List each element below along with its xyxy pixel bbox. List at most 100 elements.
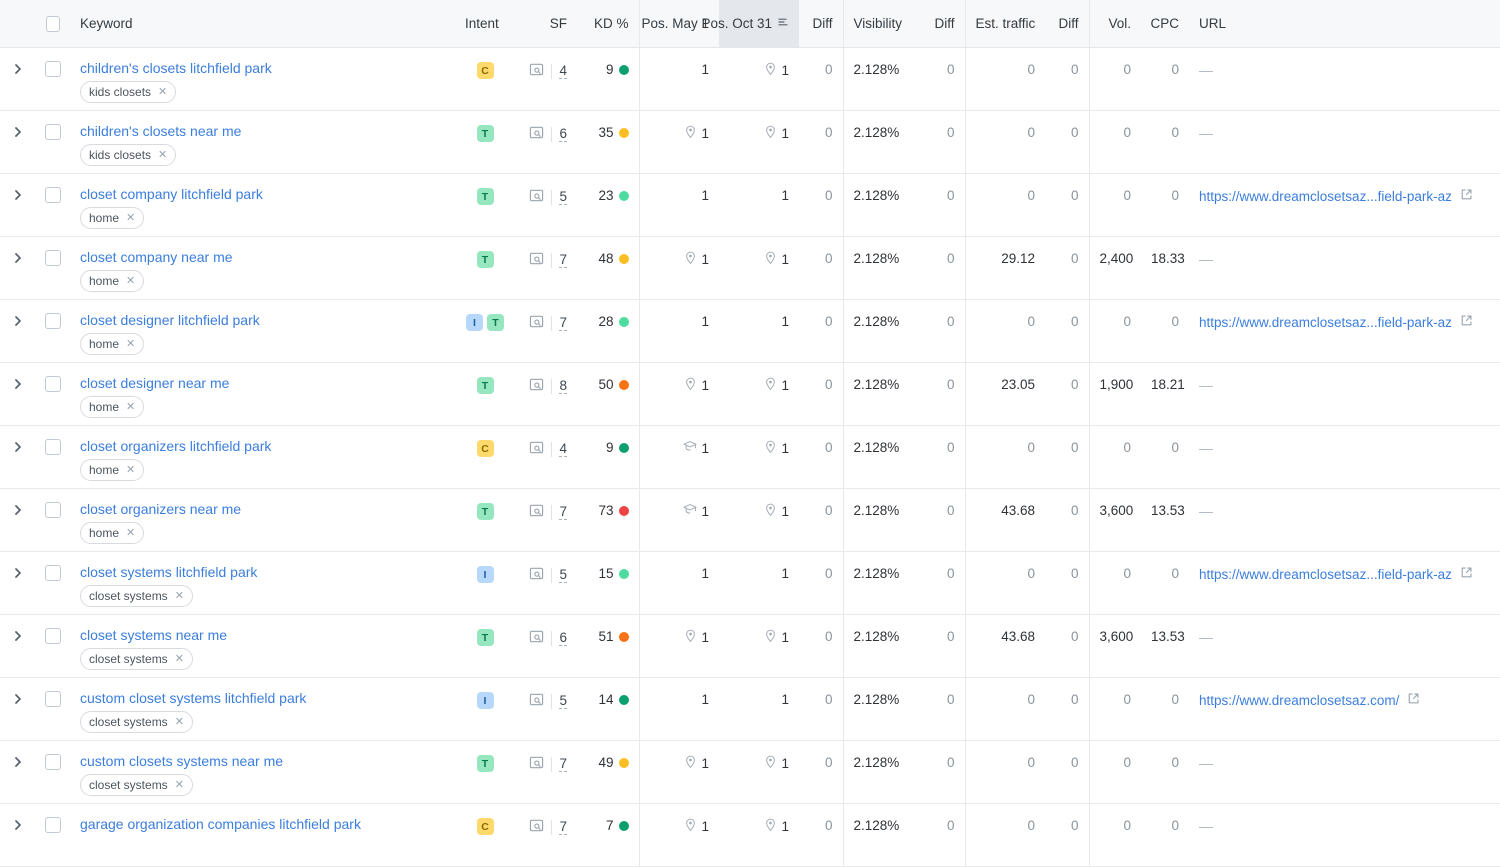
- chevron-right-icon[interactable]: [0, 552, 36, 580]
- row-checkbox[interactable]: [45, 502, 61, 518]
- expand-cell[interactable]: [0, 173, 36, 237]
- row-select-cell[interactable]: [36, 488, 70, 552]
- expand-cell[interactable]: [0, 47, 36, 111]
- sf-count[interactable]: 5: [559, 189, 567, 205]
- remove-tag-icon[interactable]: ✕: [126, 464, 135, 476]
- external-link-icon[interactable]: [1460, 314, 1473, 330]
- row-checkbox[interactable]: [45, 313, 61, 329]
- chevron-right-icon[interactable]: [0, 615, 36, 643]
- serp-features-icon[interactable]: [529, 755, 544, 773]
- row-checkbox[interactable]: [45, 439, 61, 455]
- intent-badge-i[interactable]: I: [466, 314, 483, 331]
- external-link-icon[interactable]: [1460, 566, 1473, 582]
- keyword-link[interactable]: children's closets litchfield park: [80, 48, 272, 77]
- intent-badge-t[interactable]: T: [476, 251, 494, 268]
- select-all-checkbox[interactable]: [46, 15, 60, 32]
- remove-tag-icon[interactable]: ✕: [158, 86, 167, 98]
- row-checkbox[interactable]: [45, 250, 61, 266]
- keyword-link[interactable]: children's closets near me: [80, 111, 241, 140]
- serp-features-icon[interactable]: [529, 692, 544, 710]
- column-header-diff-pos[interactable]: Diff: [799, 0, 843, 48]
- column-header-diff-vis[interactable]: Diff: [921, 0, 965, 48]
- sf-count[interactable]: 6: [559, 630, 567, 646]
- serp-features-icon[interactable]: [529, 629, 544, 647]
- keyword-link[interactable]: closet designer litchfield park: [80, 300, 260, 329]
- row-select-cell[interactable]: [36, 299, 70, 363]
- chevron-right-icon[interactable]: [0, 111, 36, 139]
- column-header-traffic[interactable]: Est. traffic: [964, 0, 1045, 48]
- expand-cell[interactable]: [0, 299, 36, 363]
- keyword-link[interactable]: closet systems near me: [80, 615, 227, 644]
- ranking-url-link[interactable]: https://www.dreamclosetsaz.com/: [1199, 693, 1399, 708]
- keyword-link[interactable]: garage organization companies litchfield…: [80, 804, 361, 833]
- remove-tag-icon[interactable]: ✕: [126, 527, 135, 539]
- chevron-right-icon[interactable]: [0, 741, 36, 769]
- keyword-link[interactable]: custom closet systems litchfield park: [80, 678, 306, 707]
- expand-cell[interactable]: [0, 740, 36, 804]
- row-select-cell[interactable]: [36, 47, 70, 111]
- row-checkbox[interactable]: [45, 124, 61, 140]
- intent-badge-c[interactable]: C: [476, 62, 494, 79]
- row-select-cell[interactable]: [36, 425, 70, 489]
- chevron-right-icon[interactable]: [0, 48, 36, 76]
- chevron-right-icon[interactable]: [0, 174, 36, 202]
- keyword-link[interactable]: closet systems litchfield park: [80, 552, 257, 581]
- expand-cell[interactable]: [0, 803, 36, 867]
- column-header-intent[interactable]: Intent: [455, 0, 515, 48]
- intent-badge-i[interactable]: I: [476, 692, 494, 709]
- remove-tag-icon[interactable]: ✕: [158, 149, 167, 161]
- chevron-right-icon[interactable]: [0, 426, 36, 454]
- row-select-cell[interactable]: [36, 110, 70, 174]
- sf-count[interactable]: 8: [559, 378, 567, 394]
- sort-icon[interactable]: [777, 16, 789, 31]
- sf-count[interactable]: 7: [559, 504, 567, 520]
- remove-tag-icon[interactable]: ✕: [175, 590, 184, 602]
- chevron-right-icon[interactable]: [0, 489, 36, 517]
- column-header-keyword[interactable]: Keyword: [70, 0, 455, 48]
- keyword-link[interactable]: closet company near me: [80, 237, 233, 266]
- sf-count[interactable]: 7: [559, 252, 567, 268]
- row-select-cell[interactable]: [36, 677, 70, 741]
- serp-features-icon[interactable]: [529, 314, 544, 332]
- keyword-link[interactable]: closet organizers near me: [80, 489, 241, 518]
- sf-count[interactable]: 4: [559, 441, 567, 457]
- row-checkbox[interactable]: [45, 628, 61, 644]
- column-header-kd[interactable]: KD %: [577, 0, 639, 48]
- expand-cell[interactable]: [0, 236, 36, 300]
- column-header-diff-traffic[interactable]: Diff: [1045, 0, 1089, 48]
- column-header-sf[interactable]: SF: [515, 0, 577, 48]
- row-select-cell[interactable]: [36, 740, 70, 804]
- chevron-right-icon[interactable]: [0, 363, 36, 391]
- row-select-cell[interactable]: [36, 803, 70, 867]
- remove-tag-icon[interactable]: ✕: [175, 779, 184, 791]
- sf-count[interactable]: 6: [559, 126, 567, 142]
- external-link-icon[interactable]: [1460, 188, 1473, 204]
- ranking-url-link[interactable]: https://www.dreamclosetsaz...field-park-…: [1199, 315, 1452, 330]
- column-header-pos-oct[interactable]: Pos. Oct 31: [701, 0, 799, 48]
- sf-count[interactable]: 7: [559, 756, 567, 772]
- serp-features-icon[interactable]: [529, 377, 544, 395]
- serp-features-icon[interactable]: [529, 251, 544, 269]
- serp-features-icon[interactable]: [529, 503, 544, 521]
- chevron-right-icon[interactable]: [0, 678, 36, 706]
- row-checkbox[interactable]: [45, 817, 61, 833]
- row-checkbox[interactable]: [45, 754, 61, 770]
- remove-tag-icon[interactable]: ✕: [175, 653, 184, 665]
- expand-cell[interactable]: [0, 614, 36, 678]
- serp-features-icon[interactable]: [529, 188, 544, 206]
- intent-badge-t[interactable]: T: [476, 188, 494, 205]
- intent-badge-t[interactable]: T: [476, 629, 494, 646]
- row-checkbox[interactable]: [45, 691, 61, 707]
- remove-tag-icon[interactable]: ✕: [126, 338, 135, 350]
- sf-count[interactable]: 5: [559, 567, 567, 583]
- intent-badge-t[interactable]: T: [476, 755, 494, 772]
- expand-cell[interactable]: [0, 425, 36, 489]
- row-checkbox[interactable]: [45, 376, 61, 392]
- intent-badge-t[interactable]: T: [476, 125, 494, 142]
- row-select-cell[interactable]: [36, 236, 70, 300]
- expand-cell[interactable]: [0, 551, 36, 615]
- external-link-icon[interactable]: [1407, 692, 1420, 708]
- ranking-url-link[interactable]: https://www.dreamclosetsaz...field-park-…: [1199, 567, 1452, 582]
- ranking-url-link[interactable]: https://www.dreamclosetsaz...field-park-…: [1199, 189, 1452, 204]
- remove-tag-icon[interactable]: ✕: [126, 212, 135, 224]
